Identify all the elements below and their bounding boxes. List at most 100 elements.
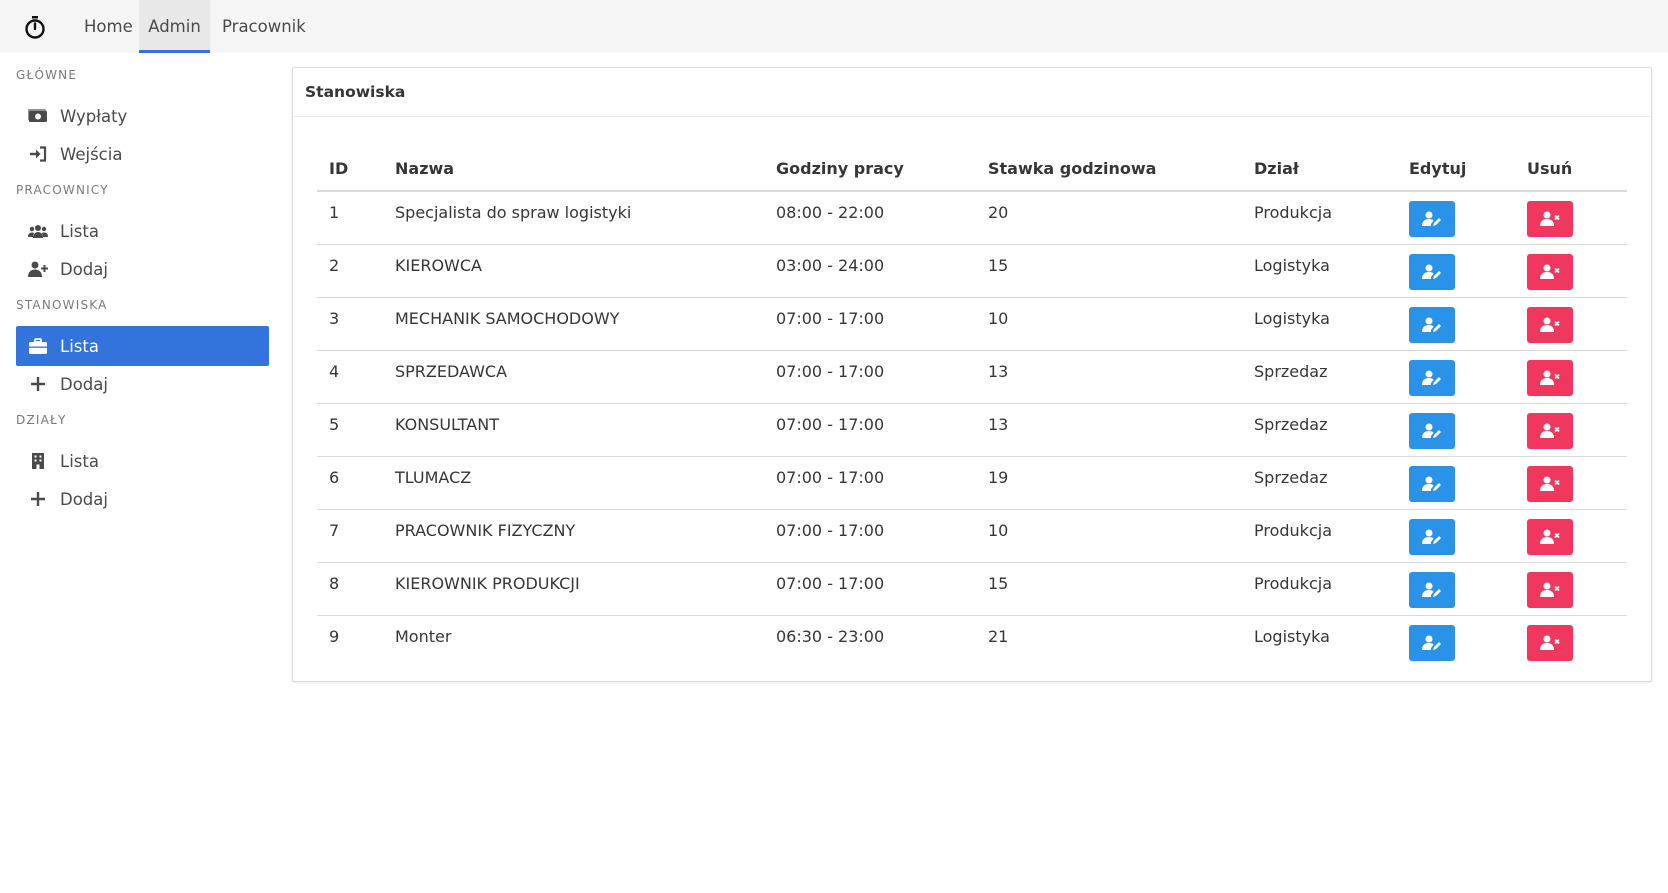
sidebar-item-stanowiska-dodaj[interactable]: Dodaj [16, 364, 269, 404]
cell-name: Monter [395, 626, 452, 646]
user-times-icon [1540, 423, 1560, 439]
cell-edit [1397, 191, 1515, 245]
cell-rate: 20 [976, 191, 1242, 245]
cell-name: KIEROWNIK PRODUKCJI [383, 562, 764, 616]
cell-delete [1515, 350, 1627, 404]
cell-id: 1 [317, 191, 383, 245]
delete-button[interactable] [1527, 465, 1573, 502]
sidebar-item-dzialy-dodaj[interactable]: Dodaj [16, 479, 269, 519]
cell-delete [1515, 562, 1627, 616]
cell-edit [1397, 509, 1515, 563]
plus-icon [28, 374, 48, 394]
sign-in-icon [28, 144, 48, 164]
cell-dept: Produkcja [1242, 191, 1397, 245]
table-row: 8 KIEROWNIK PRODUKCJI 07:00 - 17:00 15 Produ… [317, 562, 1627, 616]
edit-button[interactable] [1409, 624, 1455, 661]
edit-button[interactable] [1409, 306, 1455, 343]
cell-name: SPRZEDAWCA [383, 350, 764, 404]
top-navbar: Home Admin Pracownik [0, 0, 1668, 53]
column-header: Nazwa [383, 146, 764, 192]
sidebar-item-label: Dodaj [60, 259, 108, 279]
cell-rate: 13 [976, 350, 1242, 404]
edit-button[interactable] [1409, 201, 1455, 237]
sidebar-item-dzialy-lista[interactable]: Lista [16, 441, 269, 481]
user-times-icon [1540, 370, 1560, 386]
user-times-icon [1540, 635, 1560, 651]
delete-button[interactable] [1527, 306, 1573, 343]
sidebar-item-wyplaty[interactable]: Wypłaty [16, 96, 269, 136]
user-edit-icon [1422, 264, 1442, 280]
sidebar-item-pracownicy-dodaj[interactable]: Dodaj [16, 249, 269, 289]
user-times-icon [1540, 529, 1560, 545]
cell-dept: Sprzedaz [1242, 403, 1397, 457]
cell-delete [1515, 615, 1627, 668]
cell-dept: Produkcja [1242, 509, 1397, 563]
cell-id: 3 [317, 297, 383, 351]
user-edit-icon [1422, 476, 1442, 492]
user-times-icon [1540, 582, 1560, 598]
sidebar-item-label: Lista [60, 336, 99, 356]
edit-button[interactable] [1409, 253, 1455, 290]
cell-dept: Sprzedaz [1242, 350, 1397, 404]
cell-id: 4 [317, 350, 383, 404]
edit-button[interactable] [1409, 571, 1455, 608]
stopwatch-icon[interactable] [20, 12, 50, 42]
cell-id: 9 [329, 626, 340, 646]
delete-button[interactable] [1527, 412, 1573, 449]
cell-edit [1397, 562, 1515, 616]
cell-delete [1515, 403, 1627, 457]
cell-hours: 07:00 - 17:00 [764, 562, 976, 616]
user-edit-icon [1422, 582, 1442, 598]
nav-admin[interactable]: Admin [139, 0, 210, 53]
sidebar-item-stanowiska-lista[interactable]: Lista [16, 326, 269, 366]
column-header: Stawka godzinowa [976, 146, 1242, 192]
table-row: 6 TLUMACZ 07:00 - 17:00 19 Sprzedaz [317, 456, 1627, 510]
sidebar-item-wejscia[interactable]: Wejścia [16, 134, 269, 174]
cell-dept: Logistyka [1254, 626, 1330, 646]
nav-home[interactable]: Home [72, 0, 145, 53]
plus-icon [28, 489, 48, 509]
sidebar-item-label: Dodaj [60, 489, 108, 509]
delete-button[interactable] [1527, 571, 1573, 608]
sidebar-item-label: Wejścia [60, 144, 123, 164]
cell-rate: 10 [976, 297, 1242, 351]
cell-id: 5 [317, 403, 383, 457]
nav-pracownik[interactable]: Pracownik [210, 0, 318, 53]
sidebar-item-pracownicy-lista[interactable]: Lista [16, 211, 269, 251]
table-row: 4 SPRZEDAWCA 07:00 - 17:00 13 Sprzedaz [317, 350, 1627, 404]
user-times-icon [1540, 211, 1560, 227]
cell-id: 7 [317, 509, 383, 563]
menu-label-glowne: GŁÓWNE [16, 68, 78, 82]
table-row: 5 KONSULTANT 07:00 - 17:00 13 Sprzedaz [317, 403, 1627, 457]
cell-rate: 15 [976, 244, 1242, 298]
cell-name: TLUMACZ [383, 456, 764, 510]
delete-button[interactable] [1527, 253, 1573, 290]
table-row: 1 Specjalista do spraw logistyki 08:00 - 2… [317, 191, 1627, 245]
cell-id: 2 [317, 244, 383, 298]
delete-button[interactable] [1527, 359, 1573, 396]
edit-button[interactable] [1409, 412, 1455, 449]
user-edit-icon [1422, 423, 1442, 439]
delete-button[interactable] [1527, 624, 1573, 661]
table-row: 9 Monter 06:30 - 23:00 21 Logistyka [317, 615, 1627, 668]
sidebar-item-label: Lista [60, 451, 99, 471]
cell-dept: Logistyka [1242, 244, 1397, 298]
cell-id: 8 [317, 562, 383, 616]
cell-edit [1397, 350, 1515, 404]
sidebar-item-label: Dodaj [60, 374, 108, 394]
user-times-icon [1540, 317, 1560, 333]
cell-name: Specjalista do spraw logistyki [383, 191, 764, 245]
cell-name: KIEROWCA [383, 244, 764, 298]
cell-delete [1515, 244, 1627, 298]
positions-table: ID Nazwa Godziny pracy Stawka godzinowa … [317, 146, 1627, 668]
sidebar-item-label: Lista [60, 221, 99, 241]
cell-name: MECHANIK SAMOCHODOWY [383, 297, 764, 351]
cell-rate: 19 [976, 456, 1242, 510]
user-times-icon [1540, 476, 1560, 492]
delete-button[interactable] [1527, 201, 1573, 237]
cell-delete [1515, 456, 1627, 510]
delete-button[interactable] [1527, 518, 1573, 555]
edit-button[interactable] [1409, 465, 1455, 502]
edit-button[interactable] [1409, 518, 1455, 555]
edit-button[interactable] [1409, 359, 1455, 396]
